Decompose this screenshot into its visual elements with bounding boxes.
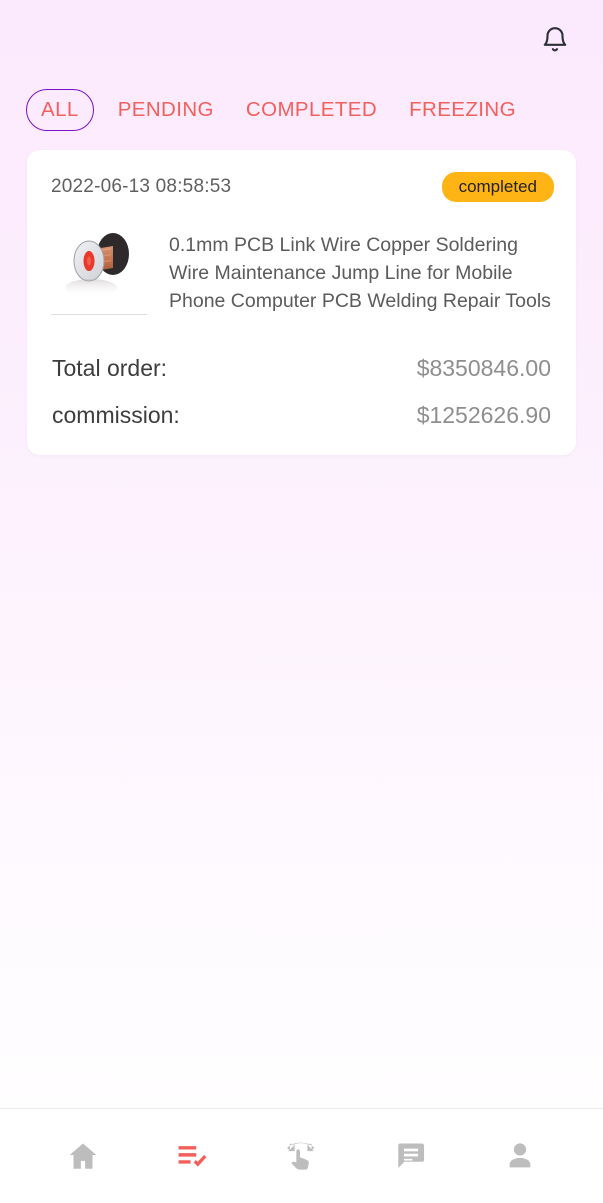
product-thumbnail-wrap [51, 228, 147, 315]
tab-freezing[interactable]: FREEZING [393, 99, 532, 121]
order-list-screen: ALL PENDING COMPLETED FREEZING 2022-06-1… [0, 0, 603, 1203]
status-badge: completed [441, 172, 554, 202]
order-card-header: 2022-06-13 08:58:53 completed [49, 172, 554, 202]
order-list: 2022-06-13 08:58:53 completed 0.1mm PCB … [0, 142, 603, 1203]
order-totals: Total order: $8350846.00 commission: $12… [49, 345, 554, 439]
chat-bubble-icon [394, 1139, 428, 1173]
playlist-check-icon [175, 1139, 209, 1173]
product-title: 0.1mm PCB Link Wire Copper Soldering Wir… [169, 234, 551, 312]
total-order-value: $8350846.00 [416, 355, 551, 381]
nav-item-profile[interactable] [489, 1125, 551, 1187]
status-filter-tabs: ALL PENDING COMPLETED FREEZING [0, 78, 603, 142]
app-header [0, 0, 603, 78]
commission-label: commission: [52, 402, 180, 428]
commission-value: $1252626.90 [416, 402, 551, 428]
product-thumbnail [51, 228, 147, 306]
tab-pending[interactable]: PENDING [102, 99, 230, 121]
commission-row: commission: $1252626.90 [52, 392, 551, 439]
home-icon [66, 1139, 100, 1173]
nav-item-home[interactable] [52, 1125, 114, 1187]
tab-completed[interactable]: COMPLETED [230, 99, 393, 121]
tab-all[interactable]: ALL [26, 88, 94, 132]
person-icon [503, 1139, 537, 1173]
total-order-row: Total order: $8350846.00 [52, 345, 551, 392]
swipe-gesture-icon [284, 1139, 318, 1173]
notification-bell-button[interactable] [533, 18, 577, 62]
nav-item-chat[interactable] [380, 1125, 442, 1187]
order-card[interactable]: 2022-06-13 08:58:53 completed 0.1mm PCB … [27, 150, 576, 455]
product-row: 0.1mm PCB Link Wire Copper Soldering Wir… [49, 228, 554, 315]
bell-icon [540, 24, 570, 56]
order-timestamp: 2022-06-13 08:58:53 [51, 176, 232, 197]
total-order-label: Total order: [52, 355, 168, 381]
nav-item-orders[interactable] [161, 1125, 223, 1187]
bottom-navigation-bar [0, 1108, 603, 1203]
nav-item-swipe[interactable] [270, 1125, 332, 1187]
